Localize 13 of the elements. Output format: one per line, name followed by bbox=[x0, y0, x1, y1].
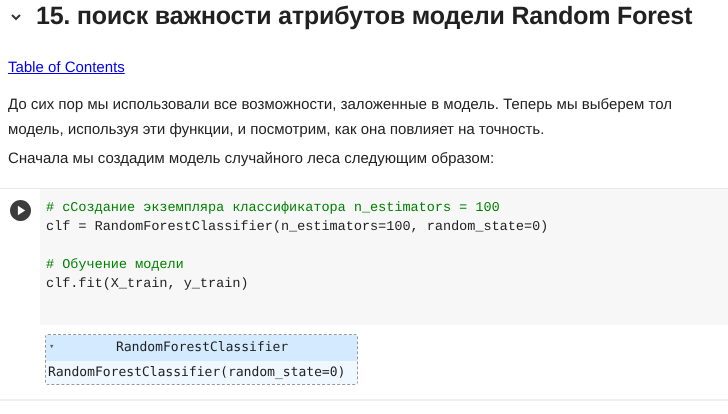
run-button-icon[interactable] bbox=[10, 200, 30, 220]
code-comment: # Обучение модели bbox=[46, 256, 185, 274]
widget-body: RandomForestClassifier(random_state=0) bbox=[46, 360, 357, 384]
paragraph: До сих пор мы использовали все возможности, заложенные в модель. Теперь мы выберем тол модель, используя эти функции, и посмотрим, как она повлияет на точность. bbox=[7, 95, 673, 140]
toggle-caret[interactable]: ▾ bbox=[46, 340, 116, 354]
paragraph: Сначала мы создадим модель случайного леса следующим образом: bbox=[7, 149, 496, 169]
section-heading: 15. поиск важности атрибутов модели Random Forest bbox=[36, 1, 692, 32]
code-line: clf.fit(X_train, y_train) bbox=[46, 276, 250, 294]
code-comment: # сСоздание экземпляра классификатора n_estimators = 100 bbox=[46, 200, 501, 218]
code-line: clf = RandomForestClassifier(n_estimators=100, random_state=0) bbox=[46, 218, 550, 236]
table-of-contents-link[interactable]: Table of Contents bbox=[8, 59, 125, 76]
code-cell[interactable]: # сСоздание экземпляра классификатора n_estimators = 100 clf = RandomForestClassifier(n_estimators=100, random_state=0) # Обучение модели clf.fit(X_train, y_train) bbox=[40, 188, 728, 324]
widget-title: RandomForestClassifier bbox=[116, 338, 288, 357]
